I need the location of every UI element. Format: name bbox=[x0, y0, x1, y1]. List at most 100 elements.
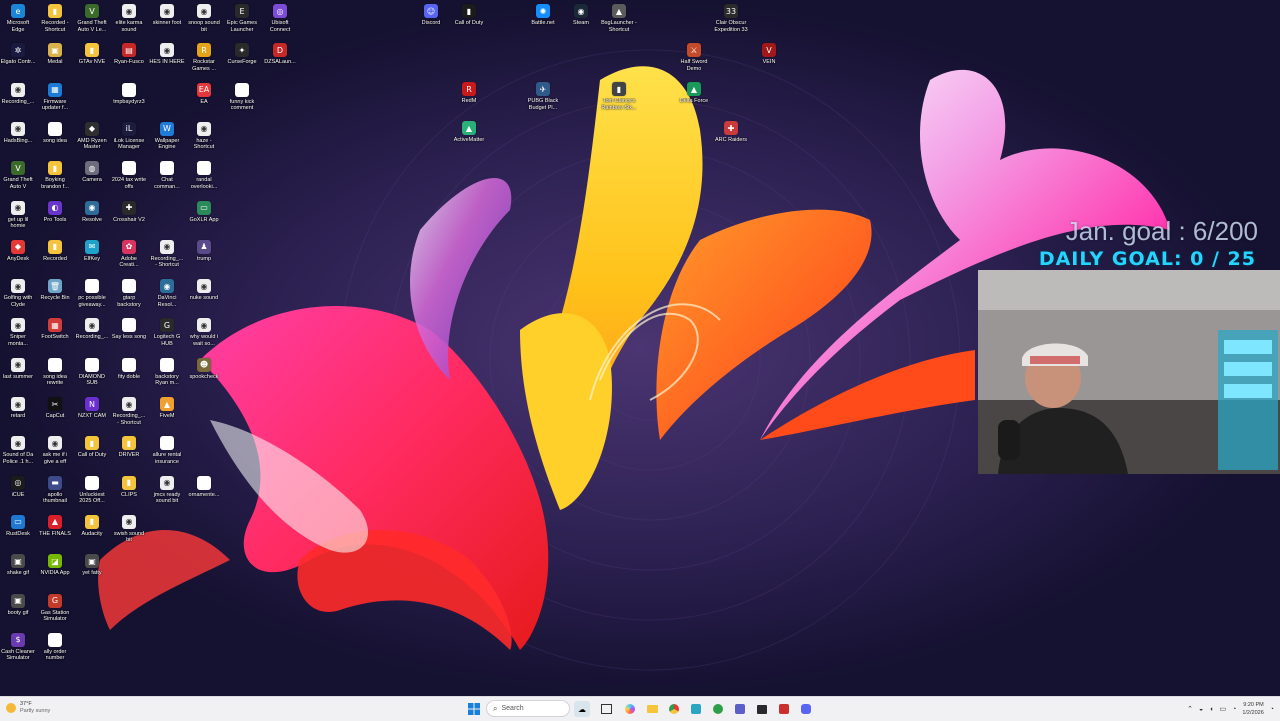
desktop-icon[interactable]: 2024 tax write offs bbox=[111, 161, 147, 190]
desktop-icon[interactable]: ☺ Discord bbox=[413, 4, 449, 27]
desktop-icon[interactable]: R Rockstar Games ... bbox=[186, 43, 222, 72]
desktop-icon[interactable]: iL iLok License Manager bbox=[111, 121, 147, 151]
desktop-icon[interactable]: ◉ nuke sound bbox=[186, 279, 222, 302]
desktop-icon[interactable]: E Epic Games Launcher bbox=[224, 4, 260, 33]
desktop-icon[interactable]: randal overlooki... bbox=[186, 161, 222, 190]
desktop-icon[interactable]: e Microsoft Edge bbox=[0, 4, 36, 33]
network-icon[interactable]: ◒ bbox=[1199, 706, 1203, 713]
desktop-icon[interactable]: ◉ Recording_... bbox=[74, 318, 110, 341]
desktop-icon[interactable]: ◉ retard bbox=[0, 397, 36, 420]
desktop-icon[interactable]: ▲ ActiveMatter bbox=[451, 121, 487, 144]
desktop-icon[interactable]: funny kick comment bbox=[224, 82, 260, 112]
desktop-icon[interactable]: ▲ BsgLauncher - Shortcut bbox=[601, 4, 637, 33]
desktop-icon[interactable]: R RedM bbox=[451, 82, 487, 105]
weather-widget[interactable]: 37°F Partly sunny bbox=[6, 701, 50, 714]
desktop-icon[interactable]: ◉ Recording_... - Shortcut bbox=[111, 397, 147, 426]
desktop-icon[interactable]: ▮ Call of Duty bbox=[451, 4, 487, 27]
desktop-icon[interactable]: song idea bbox=[37, 121, 73, 145]
desktop-icon[interactable]: G Logitech G HUB bbox=[149, 318, 185, 347]
desktop-icon[interactable]: gtarp backstory bbox=[111, 279, 147, 308]
desktop-icon[interactable]: ▭ RustDesk bbox=[0, 514, 36, 538]
desktop-icon[interactable]: ▮ DRIVER bbox=[111, 436, 147, 459]
desktop-icon[interactable]: ▮ Tom Clancy's Rainbow Six... bbox=[601, 82, 637, 111]
desktop-icon[interactable]: ▣ Medal bbox=[37, 43, 73, 66]
taskbar-app-icon[interactable] bbox=[688, 701, 704, 717]
desktop-icon[interactable]: ◉ jmcs ready sound bit bbox=[149, 475, 185, 505]
desktop-icon[interactable]: ◉ Resolve bbox=[74, 200, 110, 224]
desktop-icon[interactable]: ◉ ask me if i give a eff bbox=[37, 436, 73, 465]
desktop-icon[interactable]: V Grand Theft Auto V Le... bbox=[74, 4, 110, 33]
taskbar-file-explorer-icon[interactable] bbox=[644, 701, 660, 717]
taskbar-search[interactable]: ⌕ Search bbox=[486, 700, 570, 717]
desktop-icon[interactable]: ◉ HES IN HERE bbox=[149, 43, 185, 66]
desktop-icon[interactable]: ally order number bbox=[37, 632, 73, 662]
desktop-icon[interactable]: ▭ GoXLR App bbox=[186, 200, 222, 224]
desktop-icon[interactable]: Say less song bbox=[111, 318, 147, 341]
desktop-icon[interactable]: ▮ Recorded - Shortcut bbox=[37, 4, 73, 33]
desktop-icon[interactable]: ✲ Elgato Contr... bbox=[0, 43, 36, 66]
chevron-up-icon[interactable]: ⌃ bbox=[1187, 705, 1193, 713]
desktop-icon[interactable]: ◉ haze - Shortcut bbox=[186, 121, 222, 151]
desktop-icon[interactable]: pc possible giveaway... bbox=[74, 279, 110, 308]
taskbar-copilot-icon[interactable] bbox=[622, 701, 638, 717]
notification-bell-icon[interactable]: ◔ bbox=[1270, 706, 1274, 713]
desktop-icon[interactable]: fity doble bbox=[111, 357, 147, 381]
desktop-icon[interactable]: ▣ booty gif bbox=[0, 593, 36, 617]
desktop-icon[interactable]: ◉ Steam bbox=[563, 4, 599, 27]
desktop-icon[interactable]: ▦ FootSwitch bbox=[37, 318, 73, 341]
desktop-icon[interactable]: ▣ shake gif bbox=[0, 554, 36, 577]
desktop-icon[interactable]: ◉ swish sound bit bbox=[111, 514, 147, 544]
desktop-icon[interactable]: ◉ snoop sound bit bbox=[186, 4, 222, 33]
desktop-icon[interactable]: ✂ CapCut bbox=[37, 397, 73, 420]
desktop-icon[interactable]: ◉ Recording_... bbox=[0, 82, 36, 106]
desktop-icon[interactable]: allure rental insurance bbox=[149, 436, 185, 465]
desktop-icon[interactable]: W Wallpaper Engine bbox=[149, 121, 185, 151]
desktop-icon[interactable]: ▦ Firmware updater f... bbox=[37, 82, 73, 112]
desktop-icon[interactable]: Unluckiest 2025 Off... bbox=[74, 475, 110, 505]
desktop-icon[interactable]: song idea rewrite bbox=[37, 357, 73, 387]
taskbar-chrome-icon[interactable] bbox=[666, 701, 682, 717]
desktop-icon[interactable]: D DZSALaun... bbox=[262, 43, 298, 66]
desktop-icon[interactable]: ◪ NVIDIA App bbox=[37, 554, 73, 577]
desktop-icon[interactable]: ◉ why would i wait so... bbox=[186, 318, 222, 347]
desktop-icon[interactable]: G Gas Station Simulator bbox=[37, 593, 73, 623]
desktop-icon[interactable]: 🗑 Recycle Bin bbox=[37, 279, 73, 302]
taskbar-discord-icon[interactable] bbox=[798, 701, 814, 717]
volume-icon[interactable]: ◖ bbox=[1209, 706, 1213, 713]
desktop-icon[interactable]: ◉ HadsBing... bbox=[0, 121, 36, 145]
desktop-icon[interactable]: ▮ Audacity bbox=[74, 514, 110, 538]
desktop-icon[interactable]: ◉ Golfing with Clyde bbox=[0, 279, 36, 308]
desktop-icon[interactable]: $ Cash Cleaner Simulator bbox=[0, 632, 36, 662]
desktop-icon[interactable]: backstory Ryan m... bbox=[149, 357, 185, 387]
desktop-icon[interactable]: ◉ Recording_... - Shortcut bbox=[149, 239, 185, 269]
desktop-icon[interactable]: EA EA bbox=[186, 82, 222, 106]
taskbar-xbox-icon[interactable] bbox=[710, 701, 726, 717]
desktop-icon[interactable]: ◉ Sniper monta... bbox=[0, 318, 36, 347]
desktop-icon[interactable]: ◉ get up lil homie bbox=[0, 200, 36, 230]
taskbar-task-view-icon[interactable] bbox=[598, 701, 614, 717]
desktop-icon[interactable]: ◆ AnyDesk bbox=[0, 239, 36, 263]
desktop-icon[interactable]: ▣ yet fatty bbox=[74, 554, 110, 577]
desktop-icon[interactable]: ✉ ElfKey bbox=[74, 239, 110, 263]
desktop-icon[interactable]: ▲ THE FINALS bbox=[37, 514, 73, 538]
battery-icon[interactable]: ▭ bbox=[1219, 705, 1226, 713]
desktop-icon[interactable]: ▤ Ryan-Fusco bbox=[111, 43, 147, 66]
taskbar-widgets-icon[interactable]: ☁ bbox=[574, 701, 590, 717]
wifi-icon[interactable]: ◔ bbox=[1232, 706, 1236, 713]
desktop-icon[interactable]: ▮ Call of Duty bbox=[74, 436, 110, 459]
taskbar-obs-icon[interactable] bbox=[776, 701, 792, 717]
desktop-icon[interactable]: ✚ ARC Raiders bbox=[713, 121, 749, 144]
desktop-icon[interactable]: ✿ Adobe Creati... bbox=[111, 239, 147, 269]
desktop-icon[interactable]: ▮ CLIPS bbox=[111, 475, 147, 499]
taskbar-terminal-icon[interactable] bbox=[754, 701, 770, 717]
desktop-icon[interactable]: ✚ Crosshair V2 bbox=[111, 200, 147, 224]
desktop-icon[interactable]: ◐ Pro Tools bbox=[37, 200, 73, 224]
desktop-icon[interactable]: N NZXT CAM bbox=[74, 397, 110, 420]
desktop-icon[interactable]: Chat comman... bbox=[149, 161, 185, 190]
desktop-icon[interactable]: 33 Clair Obscur Expedition 33 bbox=[713, 4, 749, 33]
desktop-icon[interactable]: ◉ elite karma sound bbox=[111, 4, 147, 33]
desktop-icon[interactable]: ◍ Camera bbox=[74, 161, 110, 184]
desktop-icon[interactable]: ◉ Sound of Da Police .1 h... bbox=[0, 436, 36, 465]
desktop-icon[interactable]: ◆ AMD Ryzen Master bbox=[74, 121, 110, 151]
desktop-icon[interactable]: ▮ GTAv NVE bbox=[74, 43, 110, 66]
